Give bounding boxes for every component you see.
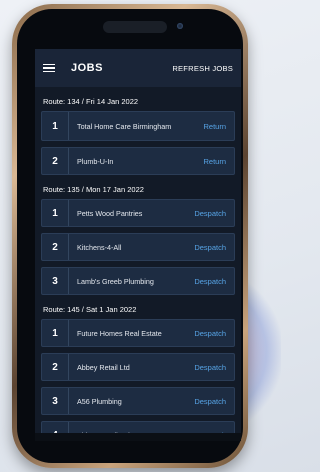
route-heading: Route: 134 / Fri 14 Jan 2022 bbox=[43, 97, 139, 106]
despatch-button[interactable]: Despatch bbox=[194, 243, 234, 252]
bottom-bar bbox=[35, 433, 241, 441]
job-customer-name: Petts Wood Pantries bbox=[77, 208, 143, 218]
job-number: 2 bbox=[42, 148, 69, 174]
front-camera-icon bbox=[177, 23, 183, 29]
despatch-button[interactable]: Despatch bbox=[194, 329, 234, 338]
job-number: 1 bbox=[42, 112, 69, 140]
job-card[interactable]: 2 Abbey Retail Ltd Despatch bbox=[41, 353, 235, 381]
return-button[interactable]: Return bbox=[203, 122, 234, 131]
return-button[interactable]: Return bbox=[203, 157, 234, 166]
job-customer-name: Total Home Care Birmingham bbox=[77, 121, 172, 131]
phone-frame: JOBS REFRESH JOBS Route: 134 / Fri 14 Ja… bbox=[12, 4, 248, 468]
job-card[interactable]: 1 Petts Wood Pantries Despatch bbox=[41, 199, 235, 227]
despatch-button[interactable]: Despatch bbox=[194, 363, 234, 372]
job-number: 1 bbox=[42, 320, 69, 346]
job-number: 1 bbox=[42, 200, 69, 226]
phone-bezel: JOBS REFRESH JOBS Route: 134 / Fri 14 Ja… bbox=[17, 9, 243, 463]
job-number: 3 bbox=[42, 268, 69, 294]
despatch-button[interactable]: Despatch bbox=[194, 397, 234, 406]
despatch-button[interactable]: Despatch bbox=[194, 277, 234, 286]
menu-icon[interactable] bbox=[43, 63, 55, 73]
job-number: 3 bbox=[42, 388, 69, 414]
page-title: JOBS bbox=[71, 62, 103, 74]
job-customer-name: A56 Plumbing bbox=[77, 396, 122, 406]
job-customer-name: Kitchens-4-All bbox=[77, 242, 122, 252]
route-heading: Route: 145 / Sat 1 Jan 2022 bbox=[43, 305, 137, 314]
speaker-notch bbox=[103, 21, 167, 33]
job-customer-name: Lamb's Greeb Plumbing bbox=[77, 276, 154, 286]
job-customer-name: Abbey Retail Ltd bbox=[77, 362, 130, 372]
job-number: 2 bbox=[42, 234, 69, 260]
job-number: 2 bbox=[42, 354, 69, 380]
job-card[interactable]: 1 Future Homes Real Estate Despatch bbox=[41, 319, 235, 347]
app-bar: JOBS REFRESH JOBS bbox=[35, 49, 241, 87]
job-card[interactable]: 3 Lamb's Greeb Plumbing Despatch bbox=[41, 267, 235, 295]
job-card[interactable]: 3 A56 Plumbing Despatch bbox=[41, 387, 235, 415]
job-card[interactable]: 2 Kitchens-4-All Despatch bbox=[41, 233, 235, 261]
job-customer-name: Plumb-U-In bbox=[77, 156, 114, 166]
app-screen: JOBS REFRESH JOBS Route: 134 / Fri 14 Ja… bbox=[35, 49, 241, 441]
despatch-button[interactable]: Despatch bbox=[194, 209, 234, 218]
refresh-jobs-button[interactable]: REFRESH JOBS bbox=[172, 64, 233, 73]
job-card[interactable]: 2 Plumb-U-In Return bbox=[41, 147, 235, 175]
job-customer-name: Future Homes Real Estate bbox=[77, 328, 162, 338]
route-heading: Route: 135 / Mon 17 Jan 2022 bbox=[43, 185, 144, 194]
job-card[interactable]: 1 Total Home Care Birmingham Return bbox=[41, 111, 235, 141]
